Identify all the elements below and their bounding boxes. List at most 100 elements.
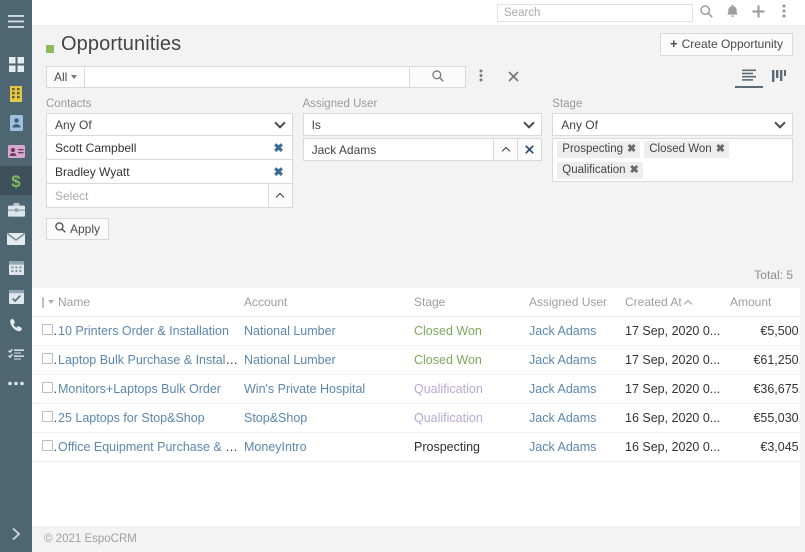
sidebar-item-activities[interactable] xyxy=(0,340,32,369)
sidebar-item-accounts[interactable] xyxy=(0,79,32,108)
search-options-button[interactable] xyxy=(466,66,496,88)
account-link[interactable]: National Lumber xyxy=(244,353,336,367)
cell-stage: Closed Won xyxy=(414,345,529,375)
sidebar-item-calls[interactable] xyxy=(0,311,32,340)
header-account[interactable]: Account xyxy=(244,288,414,317)
row-checkbox[interactable] xyxy=(42,411,53,422)
cell-name: Office Equipment Purchase & In... xyxy=(58,432,244,462)
filter-contacts-operator-value: Any Of xyxy=(55,117,92,132)
row-checkbox[interactable] xyxy=(42,353,53,364)
opportunity-name-link[interactable]: Office Equipment Purchase & In... xyxy=(58,440,244,454)
header-name[interactable]: Name xyxy=(58,288,244,317)
sidebar-item-calendar[interactable] xyxy=(0,253,32,282)
sidebar-item-opportunities[interactable]: $ xyxy=(0,166,32,195)
cell-created-at: 17 Sep, 2020 0... xyxy=(625,374,730,404)
header-assigned-user[interactable]: Assigned User xyxy=(529,288,625,317)
filter-contacts: Contacts Any Of Scott Campbell ✖ Bradley… xyxy=(46,97,293,208)
table-row[interactable]: Monitors+Laptops Bulk Order Win's Privat… xyxy=(32,374,805,404)
assigned-user-dropdown-button[interactable] xyxy=(493,139,518,160)
sidebar-expand-button[interactable] xyxy=(0,518,32,552)
vertical-dots-icon xyxy=(479,69,483,85)
header-amount[interactable]: Amount xyxy=(730,288,805,317)
sidebar-item-leads[interactable] xyxy=(0,137,32,166)
header-select-all xyxy=(32,288,58,317)
times-icon xyxy=(508,70,519,85)
table-row[interactable]: Laptop Bulk Purchase & Installat... Nati… xyxy=(32,345,805,375)
filter-assigned-user-operator[interactable]: Is xyxy=(302,113,543,136)
opportunity-name-link[interactable]: 10 Printers Order & Installation xyxy=(58,324,229,338)
search-submit-button[interactable] xyxy=(409,66,467,88)
assigned-user-link[interactable]: Jack Adams xyxy=(529,411,596,425)
sidebar-item-more[interactable] xyxy=(0,369,32,398)
footer: © 2021 EspoCRM xyxy=(32,526,805,552)
apply-filters-button[interactable]: Apply xyxy=(46,218,110,240)
table-row[interactable]: 10 Printers Order & Installation Nationa… xyxy=(32,316,805,346)
cell-assigned-user: Jack Adams xyxy=(529,316,625,346)
quick-create-button[interactable] xyxy=(745,0,771,26)
account-link[interactable]: Stop&Shop xyxy=(244,411,307,425)
header-stage[interactable]: Stage xyxy=(414,288,529,317)
account-link[interactable]: Win's Private Hospital xyxy=(244,382,365,396)
row-checkbox[interactable] xyxy=(42,382,53,393)
remove-stage-tag-icon[interactable]: ✖ xyxy=(716,142,725,157)
select-all-checkbox[interactable] xyxy=(42,296,44,308)
table-head: Name Account Stage Assigned User Created… xyxy=(32,288,805,317)
page-title: Opportunities xyxy=(61,32,182,55)
filter-contacts-operator[interactable]: Any Of xyxy=(46,113,293,136)
global-search-button[interactable] xyxy=(693,0,719,26)
filter-contacts-value-0: Scott Campbell ✖ xyxy=(46,136,293,160)
cell-stage: Prospecting xyxy=(414,432,529,462)
list-search-input[interactable] xyxy=(84,66,410,88)
global-search-input[interactable] xyxy=(497,3,693,22)
opportunity-name-link[interactable]: 25 Laptops for Stop&Shop xyxy=(58,411,205,425)
account-link[interactable]: MoneyIntro xyxy=(244,440,307,454)
sidebar-item-menu-toggle[interactable] xyxy=(0,6,32,36)
assigned-user-link[interactable]: Jack Adams xyxy=(529,382,596,396)
sidebar-item-contacts[interactable] xyxy=(0,108,32,137)
cell-amount: €36,675.00 xyxy=(730,374,805,404)
filter-panel: All Contacts Any Of Scott Campbell ✖ Bra… xyxy=(32,62,805,240)
opportunity-name-link[interactable]: Monitors+Laptops Bulk Order xyxy=(58,382,221,396)
view-mode-kanban-button[interactable] xyxy=(765,66,793,88)
preset-filter-dropdown[interactable]: All xyxy=(46,66,85,88)
sidebar-item-tasks[interactable] xyxy=(0,282,32,311)
row-checkbox[interactable] xyxy=(42,440,53,451)
header-created-at[interactable]: Created At xyxy=(625,288,730,317)
view-mode-list-button[interactable] xyxy=(735,66,763,88)
row-checkbox[interactable] xyxy=(42,324,53,335)
contact-select-input[interactable] xyxy=(47,184,268,207)
account-link[interactable]: National Lumber xyxy=(244,324,336,338)
entity-color-square xyxy=(46,45,54,53)
reset-search-button[interactable] xyxy=(496,66,530,88)
sidebar-item-dashboard[interactable] xyxy=(0,50,32,79)
contact-select-dropdown-button[interactable] xyxy=(267,184,292,207)
assigned-user-value[interactable]: Jack Adams xyxy=(304,139,494,160)
opportunity-name-link[interactable]: Laptop Bulk Purchase & Installat... xyxy=(58,353,244,367)
assigned-user-link[interactable]: Jack Adams xyxy=(529,440,596,454)
id-card-icon xyxy=(9,114,23,131)
plus-icon: + xyxy=(670,35,678,51)
notifications-button[interactable] xyxy=(719,0,745,26)
remove-contact-icon[interactable]: ✖ xyxy=(272,165,286,179)
kanban-view-icon xyxy=(772,69,786,85)
remove-stage-tag-icon[interactable]: ✖ xyxy=(630,163,639,178)
create-opportunity-button[interactable]: + Create Opportunity xyxy=(660,32,793,56)
sort-asc-icon xyxy=(683,299,692,309)
assigned-user-link[interactable]: Jack Adams xyxy=(529,353,596,367)
table-row[interactable]: 25 Laptops for Stop&Shop Stop&Shop Quali… xyxy=(32,403,805,433)
row-checkbox-cell xyxy=(32,316,58,346)
navbar-menu-button[interactable] xyxy=(771,0,797,26)
assigned-user-link[interactable]: Jack Adams xyxy=(529,324,596,338)
remove-stage-tag-icon[interactable]: ✖ xyxy=(627,142,636,157)
page-scrollbar[interactable] xyxy=(800,26,805,552)
address-card-icon xyxy=(7,145,25,158)
sidebar-item-emails[interactable] xyxy=(0,224,32,253)
stage-tag: Closed Won ✖ xyxy=(644,141,729,158)
table-row[interactable]: Office Equipment Purchase & In... MoneyI… xyxy=(32,432,805,462)
caret-down-icon[interactable] xyxy=(48,300,54,304)
filter-stage-operator[interactable]: Any Of xyxy=(552,113,793,136)
sidebar-item-cases[interactable] xyxy=(0,195,32,224)
remove-contact-icon[interactable]: ✖ xyxy=(272,141,286,155)
assigned-user-clear-button[interactable] xyxy=(517,139,542,160)
cell-created-at: 17 Sep, 2020 0... xyxy=(625,345,730,375)
